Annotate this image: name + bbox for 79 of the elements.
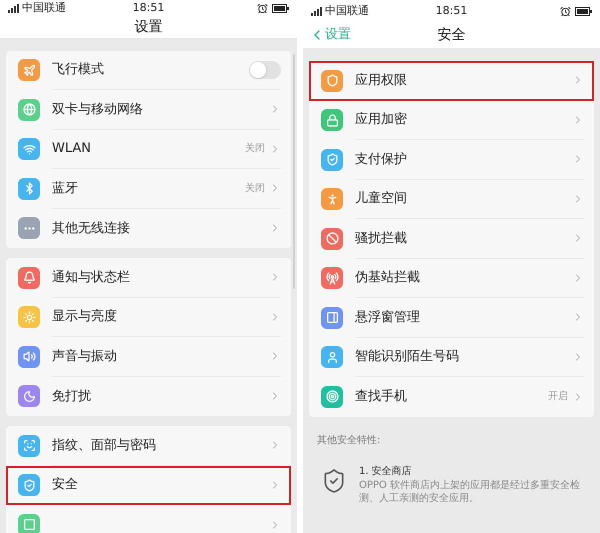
settings-row[interactable]: 智能识别陌生号码 <box>309 338 594 377</box>
row-value: 开启 <box>548 390 568 404</box>
settings-row[interactable]: 查找手机 开启 <box>309 377 594 416</box>
block-icon <box>321 228 343 250</box>
shield-check-icon <box>18 474 40 496</box>
bell-icon <box>18 266 40 289</box>
row-label: 显示与亮度 <box>52 308 118 326</box>
settings-row[interactable]: 其他无线连接 <box>6 208 291 248</box>
carrier-name: 中国联通 <box>22 0 66 16</box>
page-title: 安全 <box>438 26 466 44</box>
settings-row[interactable]: WLAN 关闭 <box>6 130 291 169</box>
shield-icon <box>321 148 343 171</box>
settings-row[interactable]: 应用加密 <box>309 100 594 140</box>
signal-icon <box>311 6 323 16</box>
alarm-icon <box>560 6 571 16</box>
radar-icon <box>321 386 343 408</box>
feature-description: OPPO 软件商店内上架的应用都是经过多重安全检测、人工亲测的安全应用。 <box>359 478 581 504</box>
settings-row[interactable]: 骚扰拦截 <box>309 219 594 258</box>
row-label: 支付保护 <box>355 150 408 168</box>
face-icon <box>18 434 40 457</box>
settings-row[interactable]: 蓝牙 关闭 <box>6 169 291 208</box>
row-label: 智能识别陌生号码 <box>355 348 460 366</box>
plane-icon <box>18 59 40 82</box>
row-label: 应用加密 <box>355 111 408 129</box>
sun-icon <box>18 306 40 328</box>
settings-row[interactable]: 显示与亮度 <box>6 298 291 337</box>
shield-icon <box>321 70 343 92</box>
tower-icon <box>321 267 343 290</box>
row-label: 伪基站拦截 <box>355 269 421 287</box>
row-label: 应用权限 <box>355 72 408 90</box>
row-label: 声音与振动 <box>52 348 118 366</box>
feature-title: 1. 安全商店 <box>359 464 413 478</box>
row-label: 蓝牙 <box>52 180 79 198</box>
settings-row[interactable]: 飞行模式 <box>6 50 291 90</box>
row-label: 查找手机 <box>355 388 408 406</box>
user-icon <box>321 346 343 368</box>
wifi-icon <box>18 138 40 160</box>
row-label: 安全 <box>52 476 79 494</box>
child-icon <box>321 188 343 210</box>
row-label: 双卡与移动网络 <box>52 100 144 118</box>
moon-icon <box>18 385 40 408</box>
row-label: 指纹、面部与密码 <box>52 436 157 454</box>
row-value: 关闭 <box>245 142 265 156</box>
settings-row[interactable]: 声音与振动 <box>6 337 291 376</box>
row-label: 飞行模式 <box>52 61 105 79</box>
settings-row[interactable]: 免打扰 <box>6 376 291 416</box>
settings-row[interactable]: 双卡与移动网络 <box>6 90 291 130</box>
window-icon <box>321 306 343 329</box>
speaker-icon <box>18 346 40 368</box>
settings-row[interactable]: 儿童空间 <box>309 180 594 219</box>
alarm-icon <box>256 2 268 14</box>
status-time: 18:51 <box>436 2 468 19</box>
settings-row[interactable]: 伪基站拦截 <box>309 258 594 298</box>
row-label: 其他无线连接 <box>52 220 131 238</box>
more-icon <box>18 217 40 240</box>
settings-row[interactable]: 应用权限 <box>309 61 594 100</box>
row-label: 悬浮窗管理 <box>355 308 421 326</box>
settings-row[interactable]: 支付保护 <box>309 140 594 180</box>
battery-icon <box>272 4 289 13</box>
row-label: 免打扰 <box>52 388 92 406</box>
settings-row[interactable]: 安全 <box>6 466 291 505</box>
row-value: 关闭 <box>245 182 265 196</box>
settings-row[interactable]: 指纹、面部与密码 <box>6 426 291 466</box>
battery-icon <box>574 6 592 16</box>
row-label: WLAN <box>52 140 92 158</box>
settings-row[interactable]: 通知与状态栏 <box>6 258 291 298</box>
signal-icon <box>8 4 20 13</box>
carrier-name: 中国联通 <box>325 2 369 19</box>
settings-row[interactable]: 悬浮窗管理 <box>309 298 594 338</box>
page-title: 设置 <box>134 18 162 36</box>
lock-icon <box>321 109 343 132</box>
row-label: 儿童空间 <box>355 190 408 208</box>
status-time: 18:51 <box>132 0 164 16</box>
section-header: 其他安全特性: <box>316 434 382 448</box>
row-label: 通知与状态栏 <box>52 268 131 286</box>
bluetooth-icon <box>18 178 40 200</box>
globe-icon <box>18 98 40 121</box>
toggle-switch[interactable] <box>249 60 281 79</box>
row-label: 骚扰拦截 <box>355 230 408 248</box>
